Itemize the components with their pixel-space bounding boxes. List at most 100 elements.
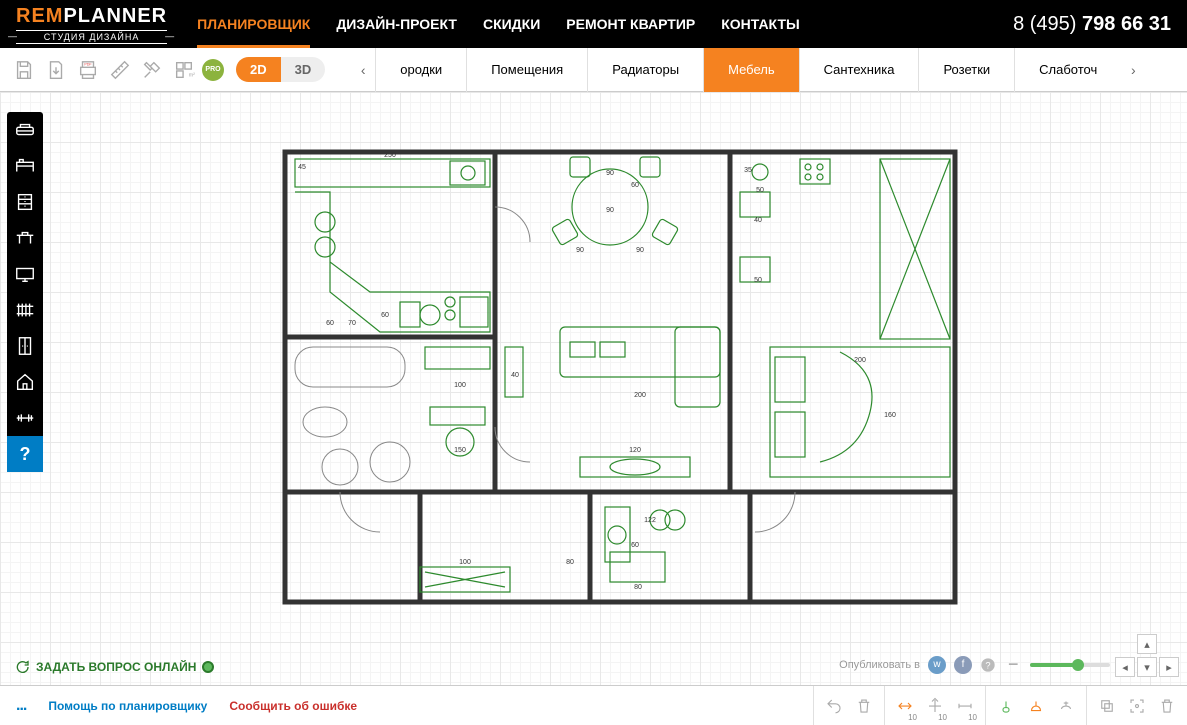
focus-button[interactable] [1123,690,1151,722]
pan-left-button[interactable]: ◂ [1115,657,1135,677]
svg-text:50: 50 [756,187,764,194]
print-pdf-icon[interactable]: PDF [74,56,102,84]
nav-contacts[interactable]: КОНТАКТЫ [721,16,799,32]
pan-down-button[interactable]: ▾ [1137,657,1157,677]
help-link[interactable]: Помощь по планировщику [48,699,207,713]
snap-move-button[interactable]: 10 [891,690,919,722]
zoom-out-button[interactable]: − [1004,654,1023,675]
logo-rem: REM [16,5,63,27]
sb-gym-icon[interactable] [7,400,43,436]
tab-rooms[interactable]: Помещения [466,48,587,92]
svg-text:150: 150 [454,447,466,454]
nav-design[interactable]: ДИЗАЙН-ПРОЕКТ [336,16,457,32]
view-3d-button[interactable]: 3D [281,57,326,82]
tab-partial-left[interactable]: ородки [375,48,466,92]
view-toggle: 2D 3D [236,57,325,82]
snap-resize-button[interactable]: 10 [951,690,979,722]
svg-text:m²: m² [189,72,195,78]
svg-text:80: 80 [634,584,642,591]
floorplan[interactable]: 250 45 90 90 60 35 50 90 90 40 50 70 60 … [280,147,960,607]
save-icon[interactable] [10,56,38,84]
svg-text:45: 45 [298,164,306,171]
logo-subtitle: СТУДИЯ ДИЗАЙНА [16,30,167,44]
tab-plumbing[interactable]: Сантехника [799,48,919,92]
logo-planner: PLANNER [63,5,167,27]
footer-more-button[interactable]: ... [16,697,26,715]
export-icon[interactable] [42,56,70,84]
tools-icon[interactable] [138,56,166,84]
vk-icon[interactable]: w [928,656,946,674]
svg-text:100: 100 [459,559,471,566]
svg-text:90: 90 [606,207,614,214]
svg-text:60: 60 [326,320,334,327]
svg-text:50: 50 [754,277,762,284]
svg-text:70: 70 [348,320,356,327]
svg-text:160: 160 [884,412,896,419]
canvas[interactable]: 250 45 90 90 60 35 50 90 90 40 50 70 60 … [0,92,1187,685]
sb-bed-icon[interactable] [7,148,43,184]
svg-text:PDF: PDF [84,62,92,66]
svg-text:60: 60 [631,182,639,189]
toggle-c-button[interactable] [1052,690,1080,722]
facebook-icon[interactable]: f [954,656,972,674]
phone[interactable]: 8 (495) 798 66 31 [1013,13,1171,36]
zoom-slider[interactable] [1030,663,1110,667]
tabs-scroll-right[interactable]: › [1121,48,1145,92]
tabs-scroll-left[interactable]: ‹ [351,48,375,92]
main-nav: ПЛАНИРОВЩИК ДИЗАЙН-ПРОЕКТ СКИДКИ РЕМОНТ … [197,16,1013,32]
sb-table-icon[interactable] [7,220,43,256]
svg-text:90: 90 [606,170,614,177]
measure-icon[interactable] [106,56,134,84]
publish-label: Опубликовать в [839,659,920,671]
svg-text:200: 200 [634,392,646,399]
sb-radiator-icon[interactable] [7,292,43,328]
sb-house-icon[interactable] [7,364,43,400]
nav-planner[interactable]: ПЛАНИРОВЩИК [197,16,310,32]
help-circle-icon[interactable]: ? [980,657,996,673]
ask-question-button[interactable]: ЗАДАТЬ ВОПРОС ОНЛАЙН [14,659,214,675]
nav-renovation[interactable]: РЕМОНТ КВАРТИР [566,16,695,32]
tab-partial-right[interactable]: Слаботоч [1014,48,1121,92]
pan-right-button[interactable]: ▸ [1159,657,1179,677]
sb-door-icon[interactable] [7,328,43,364]
snap-rotate-button[interactable]: 10 [921,690,949,722]
svg-text:90: 90 [576,247,584,254]
sb-help-button[interactable]: ? [7,436,43,472]
toggle-b-button[interactable] [1022,690,1050,722]
furniture-sidebar: ? [7,112,43,472]
online-dot-icon [202,661,214,673]
view-2d-button[interactable]: 2D [236,57,281,82]
svg-text:40: 40 [511,372,519,379]
chat-icon [14,659,30,675]
pan-up-button[interactable]: ▴ [1137,634,1157,654]
svg-text:122: 122 [644,517,656,524]
sb-tv-icon[interactable] [7,256,43,292]
toggle-a-button[interactable] [992,690,1020,722]
sb-sofa-icon[interactable] [7,112,43,148]
svg-text:60: 60 [381,312,389,319]
sb-dresser-icon[interactable] [7,184,43,220]
report-error-link[interactable]: Сообщить об ошибке [229,699,357,713]
tab-radiators[interactable]: Радиаторы [587,48,703,92]
svg-text:60: 60 [631,542,639,549]
svg-text:?: ? [985,660,990,670]
logo[interactable]: REMPLANNER СТУДИЯ ДИЗАЙНА [16,5,167,44]
area-icon[interactable]: m² [170,56,198,84]
svg-text:100: 100 [454,382,466,389]
svg-text:40: 40 [754,217,762,224]
nav-discounts[interactable]: СКИДКИ [483,16,540,32]
svg-text:250: 250 [384,152,396,159]
publish-row: Опубликовать в w f ? − + [839,654,1137,675]
tab-furniture[interactable]: Мебель [703,48,799,92]
svg-text:200: 200 [854,357,866,364]
delete-button[interactable] [850,690,878,722]
tab-sockets[interactable]: Розетки [918,48,1014,92]
svg-text:90: 90 [636,247,644,254]
svg-text:120: 120 [629,447,641,454]
undo-button[interactable] [820,690,848,722]
layers-button[interactable] [1093,690,1121,722]
pro-badge[interactable]: PRO [202,59,224,81]
svg-text:80: 80 [566,559,574,566]
svg-text:35: 35 [744,167,752,174]
trash-button[interactable] [1153,690,1181,722]
